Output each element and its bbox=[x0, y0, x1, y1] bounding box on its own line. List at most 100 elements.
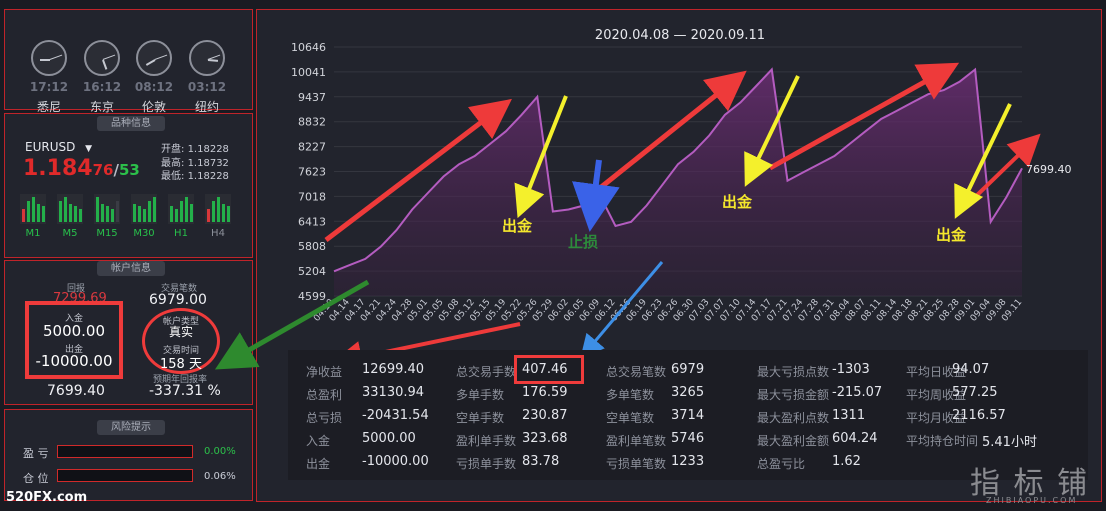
timeframe-tab-h1[interactable]: H1 bbox=[166, 228, 196, 239]
stat-value-col4-1: -215.07 bbox=[832, 385, 883, 400]
low-label: 最低: bbox=[161, 171, 185, 182]
timeframe-tab-m30[interactable]: M30 bbox=[129, 228, 159, 239]
stat-label-col3-1: 多单笔数 bbox=[606, 388, 655, 402]
symbol-panel: 品种信息 EURUSD ▼ 1.18476/53 开盘: 1.18228 最高:… bbox=[4, 113, 253, 258]
profit-value: 0.00% bbox=[204, 446, 236, 457]
annual-return-value: -337.31 % bbox=[149, 383, 221, 399]
stat-value-col4-0: -1303 bbox=[832, 362, 870, 377]
stat-label-col1-4: 出金 bbox=[306, 457, 331, 471]
stat-value-col3-2: 3714 bbox=[671, 408, 705, 423]
chart-title: 2020.04.08 — 2020.09.11 bbox=[594, 28, 766, 43]
stat-label-col4-3: 最大盈利金额 bbox=[757, 434, 830, 448]
position-risk-bar bbox=[57, 469, 193, 482]
stat-label-col1-0: 净收益 bbox=[306, 365, 343, 379]
watermark-right-en: ZHIBIAOPU.COM bbox=[986, 496, 1078, 505]
stat-value-col3-1: 3265 bbox=[671, 385, 705, 400]
symbol-section-title: 品种信息 bbox=[97, 116, 165, 131]
clock-panel: 17:12 16:12 08:12 03:12 悉尼 东京 伦敦 纽约 bbox=[4, 9, 253, 114]
stat-value-col1-0: 12699.40 bbox=[362, 362, 425, 377]
low-row: 最低: 1.18228 bbox=[161, 167, 229, 182]
clock-icon-newyork bbox=[189, 40, 225, 76]
stat-value-col5-3: 5.41小时 bbox=[982, 435, 1037, 450]
stat-label-col4-4: 总盈亏比 bbox=[757, 457, 806, 471]
timeframe-tab-m1[interactable]: M1 bbox=[18, 228, 48, 239]
timeframe-tab-m5[interactable]: M5 bbox=[55, 228, 85, 239]
stat-value-col3-4: 1233 bbox=[671, 454, 705, 469]
stat-value-col1-3: 5000.00 bbox=[362, 431, 416, 446]
price-ask-tail: 53 bbox=[118, 161, 140, 179]
stat-value-col5-0: 94.07 bbox=[952, 362, 990, 377]
account-section-title: 帐户信息 bbox=[97, 261, 165, 276]
stat-value-col5-1: 577.25 bbox=[952, 385, 998, 400]
position-value: 0.06% bbox=[204, 471, 236, 482]
stat-value-col5-2: 2116.57 bbox=[952, 408, 1006, 423]
stat-label-col3-4: 亏损单笔数 bbox=[606, 457, 667, 471]
trade-time-value: 158 天 bbox=[160, 357, 202, 372]
watermark-left: 520FX.com bbox=[6, 490, 88, 505]
stat-label-col3-2: 空单笔数 bbox=[606, 411, 655, 425]
signal-bars-m15 bbox=[94, 194, 120, 224]
stat-value-col1-2: -20431.54 bbox=[362, 408, 429, 423]
profit-risk-bar bbox=[57, 445, 193, 458]
clock-icon-sydney bbox=[31, 40, 67, 76]
annotation-withdraw-1: 出金 bbox=[502, 217, 533, 235]
annotation-stop-loss: 止损 bbox=[568, 233, 599, 251]
stat-value-col2-1: 176.59 bbox=[522, 385, 568, 400]
annotation-withdraw-2: 出金 bbox=[722, 193, 753, 211]
risk-panel: 风险提示 盈 亏 0.00% 仓 位 0.06% bbox=[4, 409, 253, 501]
timeframe-tab-h4[interactable]: H4 bbox=[203, 228, 233, 239]
stat-label-col5-3: 平均持仓时间 bbox=[906, 434, 979, 448]
stat-value-col4-2: 1311 bbox=[832, 408, 866, 423]
stat-value-col2-4: 83.78 bbox=[522, 454, 560, 469]
stat-label-col4-0: 最大亏损点数 bbox=[757, 365, 830, 379]
signal-bars-h1 bbox=[168, 194, 194, 224]
symbol-name: EURUSD bbox=[25, 140, 76, 154]
signal-bars-m5 bbox=[57, 194, 83, 224]
account-type-value: 真实 bbox=[168, 325, 193, 339]
trades-value: 6979.00 bbox=[149, 292, 207, 308]
clock-time-london: 08:12 bbox=[134, 80, 174, 94]
stat-value-col2-3: 323.68 bbox=[522, 431, 568, 446]
stat-label-col1-2: 总亏损 bbox=[306, 411, 343, 425]
stat-label-col2-3: 盈利单手数 bbox=[456, 434, 517, 448]
stat-label-col2-4: 亏损单手数 bbox=[456, 457, 517, 471]
price-bid-tail: 76 bbox=[92, 161, 114, 179]
position-label: 仓 位 bbox=[23, 472, 49, 485]
signal-bars-m30 bbox=[131, 194, 157, 224]
stat-value-col2-2: 230.87 bbox=[522, 408, 568, 423]
risk-section-title: 风险提示 bbox=[97, 420, 165, 435]
stat-label-col2-0: 总交易手数 bbox=[456, 365, 517, 379]
deposit-value: 5000.00 bbox=[42, 322, 106, 340]
price-quote: 1.18476/53 bbox=[23, 156, 140, 181]
chevron-down-icon: ▼ bbox=[85, 144, 93, 154]
open-row: 开盘: 1.18228 bbox=[161, 140, 229, 155]
clock-time-newyork: 03:12 bbox=[187, 80, 227, 94]
symbol-select[interactable]: EURUSD ▼ bbox=[25, 140, 92, 154]
stat-value-col1-4: -10000.00 bbox=[362, 454, 429, 469]
last-value-label: 7699.40 bbox=[1026, 163, 1072, 176]
stat-value-col3-0: 6979 bbox=[671, 362, 705, 377]
stat-label-col4-2: 最大盈利点数 bbox=[757, 411, 830, 425]
signal-bars-h4 bbox=[205, 194, 231, 224]
total-lots-highlight bbox=[514, 355, 584, 384]
stat-label-col2-2: 空单手数 bbox=[456, 411, 505, 425]
stat-value-col3-3: 5746 bbox=[671, 431, 705, 446]
withdraw-value: -10000.00 bbox=[35, 352, 113, 370]
annotation-withdraw-3: 出金 bbox=[936, 226, 967, 244]
stat-label-col4-1: 最大亏损金额 bbox=[757, 388, 830, 402]
timeframe-tab-m15[interactable]: M15 bbox=[92, 228, 122, 239]
stat-label-col1-1: 总盈利 bbox=[306, 388, 343, 402]
balance-value: 7699.40 bbox=[47, 383, 105, 399]
clock-icon-london bbox=[136, 40, 172, 76]
account-panel: 帐户信息 回报 7299.69 交易笔数 6979.00 入金 5000.00 … bbox=[4, 260, 253, 405]
clock-time-tokyo: 16:12 bbox=[82, 80, 122, 94]
clock-time-sydney: 17:12 bbox=[29, 80, 69, 94]
stat-value-col1-1: 33130.94 bbox=[362, 385, 425, 400]
stat-label-col3-0: 总交易笔数 bbox=[606, 365, 667, 379]
clock-icon-tokyo bbox=[84, 40, 120, 76]
stat-label-col2-1: 多单手数 bbox=[456, 388, 505, 402]
price-big: 1.184 bbox=[23, 156, 93, 181]
low-value: 1.18228 bbox=[187, 171, 229, 182]
stat-label-col1-3: 入金 bbox=[306, 434, 331, 448]
stat-value-col4-4: 1.62 bbox=[832, 454, 861, 469]
